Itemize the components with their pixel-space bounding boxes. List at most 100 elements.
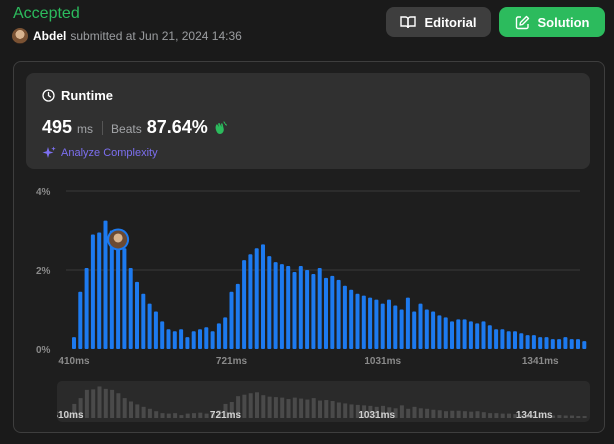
navigator-bar xyxy=(494,413,499,418)
runtime-bar[interactable] xyxy=(374,299,379,349)
runtime-bar[interactable] xyxy=(468,321,473,349)
runtime-bar[interactable] xyxy=(267,256,272,349)
runtime-distribution-chart[interactable]: 0% 2% 4% 410ms 721ms 1031ms 1341ms xyxy=(28,182,588,372)
runtime-bar[interactable] xyxy=(538,337,543,349)
runtime-bar[interactable] xyxy=(204,327,209,349)
runtime-bar[interactable] xyxy=(336,279,341,349)
runtime-bar[interactable] xyxy=(349,289,354,349)
runtime-bar[interactable] xyxy=(128,268,133,349)
runtime-bar[interactable] xyxy=(424,309,429,350)
runtime-bar[interactable] xyxy=(462,319,467,349)
runtime-bar[interactable] xyxy=(235,283,240,349)
runtime-bar[interactable] xyxy=(576,339,580,349)
runtime-bar[interactable] xyxy=(525,335,530,349)
runtime-bar[interactable] xyxy=(550,339,555,349)
navigator-bar xyxy=(431,409,436,418)
runtime-bar[interactable] xyxy=(216,323,221,349)
runtime-bar[interactable] xyxy=(513,331,517,349)
user-name[interactable]: Abdel xyxy=(33,29,66,43)
runtime-bar[interactable] xyxy=(506,331,511,349)
runtime-bar[interactable] xyxy=(563,337,568,349)
runtime-bar[interactable] xyxy=(116,234,121,349)
runtime-bar[interactable] xyxy=(311,273,316,349)
runtime-bar[interactable] xyxy=(153,311,158,349)
runtime-bar[interactable] xyxy=(456,319,461,349)
runtime-bar[interactable] xyxy=(305,270,310,349)
runtime-bar[interactable] xyxy=(172,331,177,349)
runtime-bar[interactable] xyxy=(450,321,454,349)
navigator-bar xyxy=(336,402,341,418)
runtime-bar[interactable] xyxy=(437,315,442,349)
runtime-bar[interactable] xyxy=(90,234,95,349)
runtime-bar[interactable] xyxy=(324,277,328,349)
runtime-bar[interactable] xyxy=(475,323,480,349)
runtime-bar[interactable] xyxy=(97,232,102,349)
editorial-label: Editorial xyxy=(424,14,477,30)
runtime-bar[interactable] xyxy=(122,248,127,349)
runtime-bar[interactable] xyxy=(418,303,423,349)
runtime-bar[interactable] xyxy=(261,244,265,349)
runtime-bar[interactable] xyxy=(84,268,89,349)
runtime-bar[interactable] xyxy=(380,303,385,349)
navigator-bar xyxy=(179,415,184,418)
solution-button[interactable]: Solution xyxy=(499,7,605,37)
x-tick-label: 1031ms xyxy=(364,356,401,367)
runtime-bar[interactable] xyxy=(569,339,574,349)
runtime-bar[interactable] xyxy=(78,291,83,349)
runtime-bar[interactable] xyxy=(342,285,347,349)
runtime-bar[interactable] xyxy=(198,329,202,349)
runtime-bar[interactable] xyxy=(481,321,486,349)
runtime-bar[interactable] xyxy=(361,295,366,349)
navigator-bar xyxy=(286,399,291,418)
runtime-bar[interactable] xyxy=(368,297,373,349)
runtime-bar[interactable] xyxy=(443,317,448,349)
runtime-metric: 495 ms Beats 87.64% xyxy=(42,117,227,138)
runtime-bar[interactable] xyxy=(494,329,499,349)
runtime-bar[interactable] xyxy=(210,331,215,349)
runtime-bar[interactable] xyxy=(135,281,139,349)
runtime-bar[interactable] xyxy=(544,337,549,349)
analyze-complexity-link[interactable]: Analyze Complexity xyxy=(42,146,158,160)
runtime-bar[interactable] xyxy=(166,329,171,349)
editorial-button[interactable]: Editorial xyxy=(386,7,491,37)
runtime-bar[interactable] xyxy=(141,293,146,349)
runtime-bar[interactable] xyxy=(431,311,436,349)
runtime-bar[interactable] xyxy=(317,268,322,349)
runtime-bar[interactable] xyxy=(519,333,524,349)
runtime-bar[interactable] xyxy=(500,329,505,349)
runtime-bar[interactable] xyxy=(279,264,284,349)
runtime-bar[interactable] xyxy=(405,297,410,349)
runtime-bar[interactable] xyxy=(286,266,291,349)
runtime-bar[interactable] xyxy=(242,260,247,349)
runtime-bar[interactable] xyxy=(191,331,196,349)
navigator-bar xyxy=(557,415,562,418)
runtime-bar[interactable] xyxy=(185,337,190,349)
runtime-bar[interactable] xyxy=(292,271,297,349)
runtime-bar[interactable] xyxy=(72,337,76,349)
runtime-bar[interactable] xyxy=(273,262,278,349)
x-tick-label: 1341ms xyxy=(522,356,559,367)
runtime-bar[interactable] xyxy=(487,325,492,349)
runtime-bar[interactable] xyxy=(147,303,152,349)
navigator-bar xyxy=(204,413,209,418)
user-avatar[interactable] xyxy=(12,28,28,44)
runtime-bar[interactable] xyxy=(223,317,228,349)
runtime-bar[interactable] xyxy=(330,275,335,349)
y-tick-label: 2% xyxy=(36,266,51,277)
runtime-bar[interactable] xyxy=(387,299,391,349)
runtime-bar[interactable] xyxy=(179,329,184,349)
chart-range-navigator[interactable]: 410ms 721ms 1031ms 1341ms xyxy=(57,381,590,422)
runtime-bar[interactable] xyxy=(229,291,234,349)
runtime-bar[interactable] xyxy=(557,339,562,349)
runtime-bar[interactable] xyxy=(399,309,404,350)
runtime-bar[interactable] xyxy=(393,305,398,349)
runtime-bar[interactable] xyxy=(355,293,360,349)
runtime-bar[interactable] xyxy=(254,248,259,349)
runtime-bar[interactable] xyxy=(531,335,536,349)
runtime-bar[interactable] xyxy=(582,341,587,349)
runtime-bar[interactable] xyxy=(103,220,108,349)
runtime-bar[interactable] xyxy=(298,266,303,349)
runtime-bar[interactable] xyxy=(412,311,417,349)
runtime-bar[interactable] xyxy=(160,321,165,349)
runtime-bar[interactable] xyxy=(248,254,253,349)
